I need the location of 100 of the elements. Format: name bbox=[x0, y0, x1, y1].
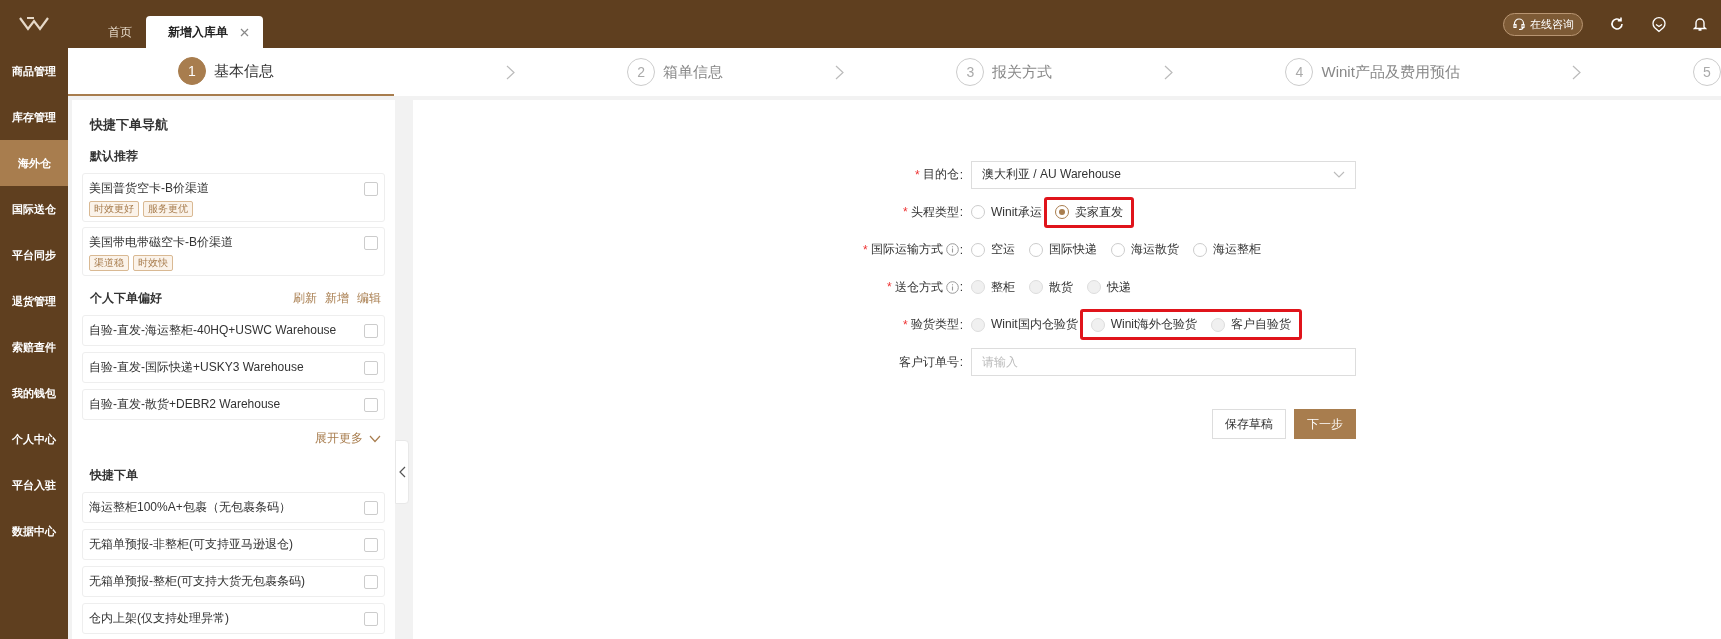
bell-icon[interactable] bbox=[1693, 16, 1707, 32]
order-number-input[interactable]: 请输入 bbox=[971, 348, 1356, 377]
radio-option[interactable]: 国际快递 bbox=[1029, 241, 1097, 259]
step-label: 箱单信息 bbox=[663, 62, 724, 82]
tag: 时效快 bbox=[133, 255, 173, 271]
refresh-icon[interactable] bbox=[1609, 16, 1625, 32]
field-label: 送仓方式 bbox=[894, 278, 943, 296]
next-button[interactable]: 下一步 bbox=[1294, 409, 1356, 439]
sidebar-item[interactable]: 数据中心 bbox=[0, 508, 68, 554]
radio-option[interactable]: 海运整柜 bbox=[1193, 241, 1261, 259]
route-card[interactable]: 美国带电带磁空卡-B价渠道 渠道稳 时效快 bbox=[82, 227, 385, 276]
route-name: 仓内上架(仅支持处理异常) bbox=[89, 610, 229, 627]
label-colon: : bbox=[959, 242, 963, 257]
sidebar-item[interactable]: 我的钱包 bbox=[0, 370, 68, 416]
radio-option[interactable]: Winit承运 bbox=[971, 203, 1042, 221]
logo-icon bbox=[19, 17, 49, 31]
tag: 渠道稳 bbox=[89, 255, 129, 271]
sidebar-item[interactable]: 国际送仓 bbox=[0, 186, 68, 232]
route-name: 无箱单预报-整柜(可支持大货无包裹条码) bbox=[89, 573, 305, 590]
radio-button[interactable] bbox=[1029, 242, 1043, 257]
checkbox[interactable] bbox=[364, 500, 378, 515]
sidebar-item[interactable]: 退货管理 bbox=[0, 278, 68, 324]
action-link[interactable]: 新增 bbox=[325, 290, 349, 307]
checkbox[interactable] bbox=[364, 574, 378, 589]
label-colon: : bbox=[959, 167, 963, 182]
required-mark: * bbox=[915, 167, 920, 182]
preference-row[interactable]: 自验-直发-海运整柜-40HQ+USWC Warehouse bbox=[82, 315, 385, 346]
radio-button[interactable] bbox=[971, 205, 985, 220]
radio-button[interactable] bbox=[1193, 242, 1207, 257]
required-mark: * bbox=[903, 317, 908, 332]
label-colon: : bbox=[959, 280, 963, 295]
label-colon: : bbox=[959, 317, 963, 332]
field-label: 验货类型 bbox=[910, 316, 959, 334]
panel-title: 快捷下单导航 bbox=[90, 116, 169, 134]
quick-order-row[interactable]: 海运整柜100%A+包裹（无包裹条码） bbox=[82, 492, 385, 523]
route-name: 海运整柜100%A+包裹（无包裹条码） bbox=[89, 499, 291, 516]
checkbox[interactable] bbox=[364, 611, 378, 626]
quick-order-row[interactable]: 无箱单预报-整柜(可支持大货无包裹条码) bbox=[82, 566, 385, 597]
required-mark: * bbox=[887, 280, 892, 295]
tag: 时效更好 bbox=[89, 201, 139, 217]
route-name: 自验-直发-国际快递+USKY3 Warehouse bbox=[89, 359, 304, 376]
radio-option[interactable]: 空运 bbox=[971, 241, 1015, 259]
chevron-down-icon[interactable] bbox=[369, 434, 381, 443]
warehouse-select[interactable]: 澳大利亚 / AU Warehouse bbox=[971, 160, 1356, 189]
route-name: 自验-直发-海运整柜-40HQ+USWC Warehouse bbox=[89, 322, 337, 339]
checkbox[interactable] bbox=[364, 235, 378, 250]
step-number: 1 bbox=[178, 57, 206, 85]
quick-order-row[interactable]: 无箱单预报-非整柜(可支持亚马逊退仓) bbox=[82, 529, 385, 560]
step-label: 基本信息 bbox=[214, 61, 274, 81]
checkbox[interactable] bbox=[364, 360, 378, 375]
field-label: 客户订单号 bbox=[898, 353, 959, 371]
field-label: 目的仓 bbox=[922, 166, 959, 184]
required-mark: * bbox=[903, 205, 908, 220]
preference-row[interactable]: 自验-直发-国际快递+USKY3 Warehouse bbox=[82, 352, 385, 383]
route-name: 美国普货空卡-B价渠道 bbox=[89, 180, 209, 197]
preference-row[interactable]: 自验-直发-散货+DEBR2 Warehouse bbox=[82, 389, 385, 420]
close-icon[interactable] bbox=[240, 27, 249, 37]
action-link[interactable]: 刷新 bbox=[293, 290, 317, 307]
chevron-right-icon bbox=[1571, 64, 1581, 80]
radio-button[interactable] bbox=[1111, 242, 1125, 257]
section-title: 快捷下单 bbox=[90, 467, 139, 484]
chevron-down-icon bbox=[1333, 171, 1345, 179]
sidebar-item[interactable]: 平台入驻 bbox=[0, 462, 68, 508]
page-tab[interactable]: 新增入库单 bbox=[146, 16, 263, 48]
sidebar-item[interactable]: 索赔查件 bbox=[0, 324, 68, 370]
required-mark: * bbox=[863, 242, 868, 257]
consult-button[interactable]: 在线咨询 bbox=[1503, 12, 1583, 36]
location-pin-icon[interactable] bbox=[1651, 15, 1667, 33]
checkbox[interactable] bbox=[364, 397, 378, 412]
field-label: 国际运输方式 bbox=[870, 241, 943, 259]
step-label: Winit产品及费用预估 bbox=[1321, 62, 1460, 82]
radio-option[interactable]: 卖家直发 bbox=[1054, 203, 1123, 221]
route-card[interactable]: 美国普货空卡-B价渠道 时效更好 服务更优 bbox=[82, 173, 385, 222]
sidebar-item[interactable]: 商品管理 bbox=[0, 48, 68, 94]
save-draft-button[interactable]: 保存草稿 bbox=[1212, 409, 1286, 439]
page-tab[interactable]: 首页 bbox=[86, 16, 146, 48]
route-name: 无箱单预报-非整柜(可支持亚马逊退仓) bbox=[89, 536, 293, 553]
checkbox[interactable] bbox=[364, 181, 378, 196]
radio-button[interactable] bbox=[971, 242, 985, 257]
expand-more-link[interactable]: 展开更多 bbox=[315, 430, 363, 447]
headset-icon bbox=[1512, 17, 1526, 31]
checkbox[interactable] bbox=[364, 537, 378, 552]
chevron-right-icon bbox=[835, 64, 845, 80]
route-name: 自验-直发-散货+DEBR2 Warehouse bbox=[89, 396, 281, 413]
radio-option[interactable]: 海运散货 bbox=[1111, 241, 1179, 259]
collapse-handle[interactable] bbox=[395, 440, 409, 504]
quick-order-row[interactable]: 仓内上架(仅支持处理异常) bbox=[82, 603, 385, 634]
route-name: 美国带电带磁空卡-B价渠道 bbox=[89, 234, 233, 251]
sidebar-item[interactable]: 库存管理 bbox=[0, 94, 68, 140]
checkbox[interactable] bbox=[364, 323, 378, 338]
sidebar-item[interactable]: 平台同步 bbox=[0, 232, 68, 278]
field-label: 头程类型 bbox=[910, 203, 959, 221]
sidebar-item[interactable]: 个人中心 bbox=[0, 416, 68, 462]
chevron-right-icon bbox=[1164, 64, 1174, 80]
chevron-right-icon bbox=[506, 64, 516, 80]
radio-button[interactable] bbox=[1054, 205, 1069, 220]
action-link[interactable]: 编辑 bbox=[357, 290, 381, 307]
label-colon: : bbox=[959, 355, 963, 370]
sidebar-item[interactable]: 海外仓 bbox=[0, 140, 68, 186]
chevron-left-icon[interactable] bbox=[398, 466, 406, 478]
